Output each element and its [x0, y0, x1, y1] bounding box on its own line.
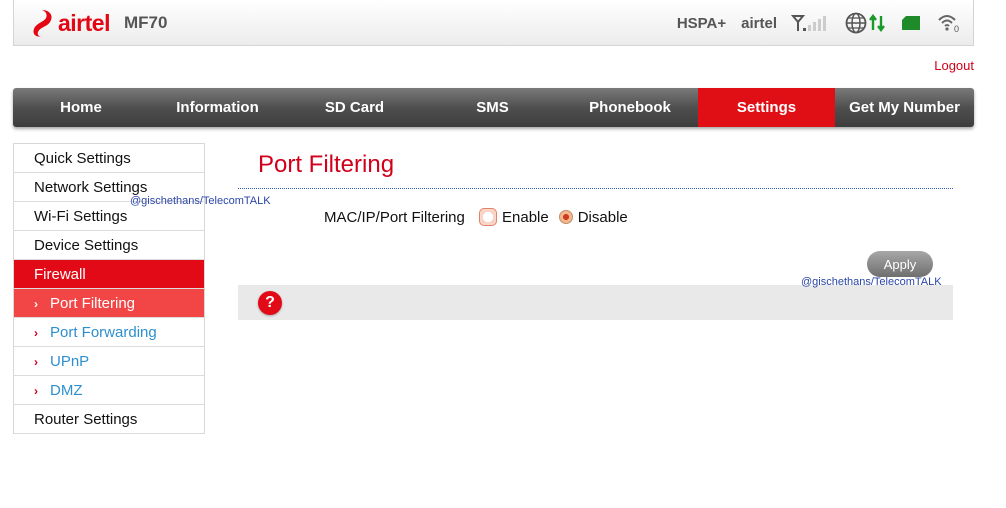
airtel-logo: airtel — [28, 7, 110, 39]
nav-sd-card[interactable]: SD Card — [286, 88, 423, 127]
enable-radio[interactable] — [479, 208, 497, 226]
sidebar-item-port-forwarding[interactable]: › Port Forwarding — [14, 318, 204, 347]
sidebar-item-port-filtering[interactable]: › Port Filtering — [14, 289, 204, 318]
sidebar-item-label: Port Filtering — [50, 295, 136, 312]
main-nav: Home Information SD Card SMS Phonebook S… — [13, 88, 974, 127]
airtel-swirl-icon — [33, 10, 52, 37]
logout-link[interactable]: Logout — [934, 58, 974, 73]
sidebar-item-label: DMZ — [50, 382, 83, 399]
status-area: HSPA+ airtel 0 — [677, 0, 973, 46]
filtering-field-label: MAC/IP/Port Filtering — [324, 209, 465, 226]
filtering-radio-group: Enable Disable — [479, 208, 638, 226]
sidebar-item-device-settings[interactable]: Device Settings — [14, 231, 204, 260]
help-icon[interactable]: ? — [258, 291, 282, 315]
chevron-right-icon: › — [34, 326, 38, 340]
nav-information[interactable]: Information — [149, 88, 286, 127]
data-arrows-icon — [869, 14, 885, 32]
watermark-text: @gischethans/TelecomTALK — [130, 195, 271, 207]
sidebar-item-label: UPnP — [50, 353, 90, 370]
globe-icon — [845, 12, 867, 34]
sidebar-item-router-settings[interactable]: Router Settings — [14, 405, 204, 434]
nav-get-my-number[interactable]: Get My Number — [835, 88, 974, 127]
sidebar-item-dmz[interactable]: › DMZ — [14, 376, 204, 405]
nav-settings[interactable]: Settings — [698, 88, 835, 127]
help-bar: ? — [238, 285, 953, 320]
apply-button[interactable]: Apply — [867, 251, 933, 277]
signal-icon — [791, 14, 829, 32]
sidebar-item-upnp[interactable]: › UPnP — [14, 347, 204, 376]
disable-radio-label[interactable]: Disable — [578, 209, 628, 226]
wifi-client-count: 0 — [954, 24, 959, 33]
nav-phonebook[interactable]: Phonebook — [562, 88, 698, 127]
wifi-icon: 0 — [937, 13, 961, 33]
nav-home[interactable]: Home — [13, 88, 149, 127]
sidebar-item-label: Port Forwarding — [50, 324, 157, 341]
device-model: MF70 — [124, 13, 168, 32]
watermark-text: @gischethans/TelecomTALK — [801, 276, 942, 288]
page-title: Port Filtering — [258, 151, 395, 178]
disable-radio[interactable] — [558, 210, 573, 224]
operator-name: airtel — [741, 14, 777, 32]
network-type: HSPA+ — [676, 14, 727, 32]
enable-radio-label[interactable]: Enable — [502, 209, 549, 226]
header-bar: airtel MF70 HSPA+ airtel 0 — [13, 0, 974, 46]
chevron-right-icon: › — [34, 355, 38, 369]
brand-name: airtel — [58, 9, 110, 36]
title-divider — [238, 188, 953, 189]
nav-sms[interactable]: SMS — [423, 88, 562, 127]
settings-sidebar: Quick Settings Network Settings Wi-Fi Se… — [13, 143, 205, 434]
sim-icon — [901, 15, 921, 31]
sidebar-item-firewall[interactable]: Firewall — [14, 260, 204, 289]
chevron-right-icon: › — [34, 384, 38, 398]
sidebar-item-quick-settings[interactable]: Quick Settings — [14, 144, 204, 173]
chevron-right-icon: › — [34, 297, 38, 311]
